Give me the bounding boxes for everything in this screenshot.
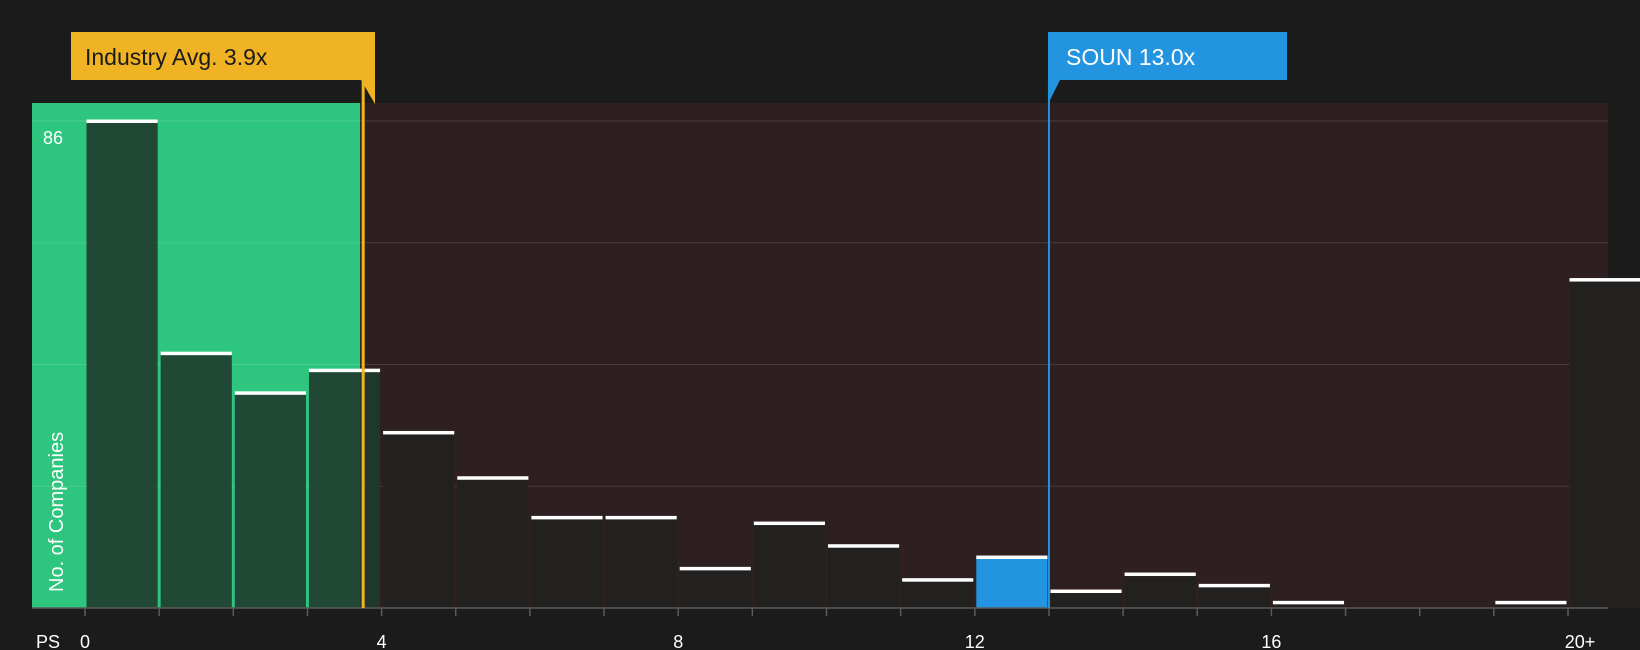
x-axis: 0 4 8 12 16 20+ xyxy=(32,607,1608,650)
bar-cap-19 xyxy=(1495,600,1567,605)
industry-avg-callout: Industry Avg. 3.9x xyxy=(71,32,375,104)
bar-2 xyxy=(234,392,306,608)
y-axis-label: No. of Companies xyxy=(46,432,68,592)
x-tick-label-2: 8 xyxy=(673,632,683,650)
x-tick-label-0: 0 xyxy=(80,632,90,650)
bar-cap-1 xyxy=(160,351,232,356)
bar-3 xyxy=(308,370,381,608)
bar-13 xyxy=(1050,591,1122,608)
bar-cap-11 xyxy=(902,578,974,582)
bar-20 xyxy=(1569,279,1640,608)
x-tick-label-3: 12 xyxy=(965,632,985,650)
bar-cap-0 xyxy=(86,119,158,123)
company-callout: SOUN 13.0x xyxy=(1048,32,1287,104)
bar-cap-10 xyxy=(828,544,900,548)
bar-5 xyxy=(457,477,529,608)
y-max-label: 86 xyxy=(43,128,63,148)
bar-cap-7 xyxy=(605,515,677,520)
bar-cap-9 xyxy=(753,521,825,526)
bar-cap-6 xyxy=(531,515,603,520)
bar-cap-8 xyxy=(679,566,751,571)
industry-avg-label: Industry Avg. 3.9x xyxy=(85,44,268,70)
bar-9 xyxy=(753,523,825,608)
x-axis-label: PS xyxy=(36,632,60,650)
bar-cap-4 xyxy=(383,430,455,435)
bar-14 xyxy=(1124,574,1196,608)
bar-11 xyxy=(902,579,974,608)
x-tick-label-4: 16 xyxy=(1261,632,1281,650)
bar-cap-20 xyxy=(1569,278,1640,282)
bar-cap-3 xyxy=(308,368,381,373)
x-tick-label-5: 20+ xyxy=(1565,632,1596,650)
bar-cap-13 xyxy=(1050,589,1122,594)
bar-cap-16 xyxy=(1272,600,1345,605)
bar-4 xyxy=(383,432,455,608)
bar-10 xyxy=(828,545,900,608)
x-tick-label-1: 4 xyxy=(377,632,387,650)
bar-cap-12 xyxy=(976,555,1048,560)
bar-7 xyxy=(605,517,677,608)
bar-1 xyxy=(160,353,232,608)
ps-ratio-chart: 0 4 8 12 16 20+ 86 No. of Companies PS Indust… xyxy=(32,32,1640,650)
bar-cap-15 xyxy=(1198,583,1270,588)
bar-0 xyxy=(86,121,158,608)
bar-cap-2 xyxy=(234,391,306,395)
bar-6 xyxy=(531,517,603,608)
company-label: SOUN 13.0x xyxy=(1066,44,1196,70)
bar-15 xyxy=(1198,585,1270,608)
bar-12 xyxy=(976,557,1048,608)
bar-8 xyxy=(679,568,751,608)
bar-cap-14 xyxy=(1124,572,1196,577)
bar-cap-5 xyxy=(457,476,529,480)
